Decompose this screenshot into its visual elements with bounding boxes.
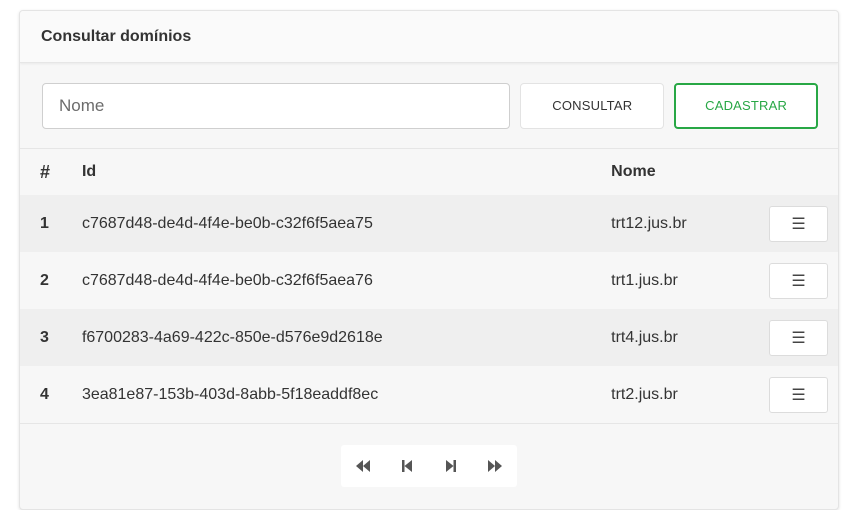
consultar-button[interactable]: CONSULTAR (520, 82, 665, 129)
card-header: Consultar domínios (20, 11, 838, 63)
row-number: 1 (20, 195, 82, 252)
pagination (20, 423, 838, 509)
cadastrar-button[interactable]: CADASTRAR (674, 82, 819, 129)
last-page-button[interactable] (473, 445, 517, 487)
table-row: 3 f6700283-4a69-422c-850e-d576e9d2618e t… (20, 309, 838, 366)
column-header-nome: Nome (611, 163, 656, 180)
page-title: Consultar domínios (41, 27, 192, 45)
row-number: 2 (40, 271, 49, 289)
row-number: 4 (40, 385, 49, 403)
row-number: 3 (20, 309, 82, 366)
table-header-row: # Id Nome (20, 149, 838, 195)
column-header-actions (769, 149, 838, 195)
row-nome: trt4.jus.br (611, 309, 769, 366)
row-nome: trt2.jus.br (611, 385, 678, 403)
row-id: f6700283-4a69-422c-850e-d576e9d2618e (81, 309, 612, 366)
row-nome: trt1.jus.br (611, 271, 678, 289)
pagination-controls (341, 444, 517, 487)
column-header-id: Id (81, 163, 97, 180)
column-header-number: # (40, 161, 51, 182)
row-menu-button[interactable]: ☰ (769, 376, 828, 413)
row-menu-button[interactable]: ☰ (769, 262, 828, 299)
row-id: c7687d48-de4d-4f4e-be0b-c32f6f5aea75 (81, 195, 612, 252)
previous-page-button[interactable] (385, 445, 429, 487)
next-page-icon (446, 459, 456, 472)
row-menu-button[interactable]: ☰ (769, 319, 828, 356)
row-id: 3ea81e87-153b-403d-8abb-5f18eaddf8ec (81, 385, 379, 403)
previous-page-icon (402, 459, 412, 472)
menu-icon: ☰ (791, 386, 806, 404)
domains-table: # Id Nome 1 c7687d48-de4d-4f4e-be0b-c32f… (20, 149, 838, 423)
menu-icon: ☰ (791, 215, 806, 233)
first-page-icon (356, 459, 370, 472)
row-nome: trt12.jus.br (611, 195, 769, 252)
next-page-button[interactable] (429, 445, 473, 487)
row-id: c7687d48-de4d-4f4e-be0b-c32f6f5aea76 (81, 271, 373, 289)
search-row: CONSULTAR CADASTRAR (20, 63, 838, 149)
table-row: 1 c7687d48-de4d-4f4e-be0b-c32f6f5aea75 t… (20, 195, 838, 252)
row-menu-button[interactable]: ☰ (769, 205, 828, 242)
domains-card: Consultar domínios CONSULTAR CADASTRAR #… (19, 10, 839, 510)
menu-icon: ☰ (791, 272, 806, 290)
table-row: 2 c7687d48-de4d-4f4e-be0b-c32f6f5aea76 t… (20, 252, 838, 309)
last-page-icon (488, 459, 502, 472)
table-row: 4 3ea81e87-153b-403d-8abb-5f18eaddf8ec t… (20, 366, 838, 423)
search-input[interactable] (42, 82, 511, 129)
menu-icon: ☰ (791, 329, 806, 347)
first-page-button[interactable] (341, 445, 385, 487)
